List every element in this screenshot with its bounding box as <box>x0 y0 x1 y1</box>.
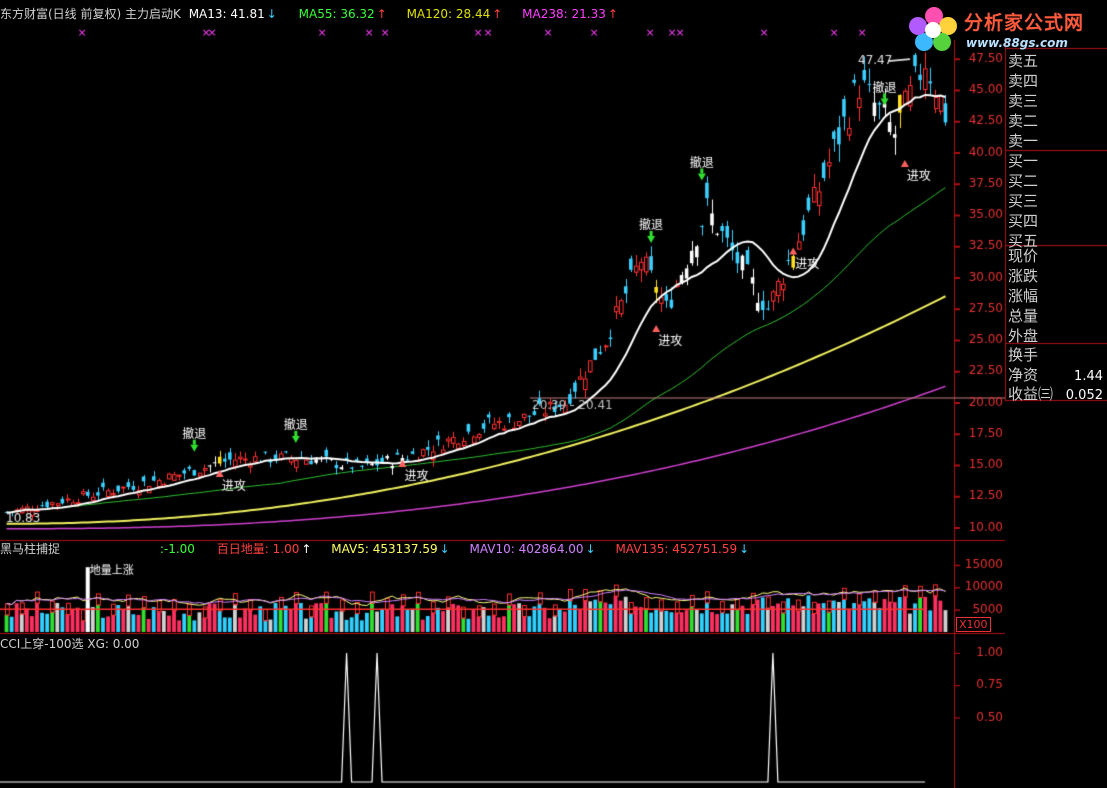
logo-url: www.88gs.com <box>966 36 1068 50</box>
volume-title: 黑马柱捕捉 <box>0 542 61 556</box>
quote-label-1: 卖四 <box>1008 72 1039 90</box>
quote-label-4: 卖一 <box>1008 132 1039 150</box>
ma120-label: MA120: 28.44 ↑ <box>406 7 503 21</box>
quote-label-7: 买三 <box>1008 192 1039 210</box>
x100-label[interactable]: X100 <box>956 617 991 632</box>
main-chart-header: 东方财富(日线 前复权) 主力启动K MA13: 41.81 ↓ MA55: 36… <box>0 6 634 22</box>
quote-label-16: 净资 <box>1008 366 1039 384</box>
mav10-label: MAV10: 402864.00 ↓ <box>469 542 596 556</box>
ma13-label: MA13: 41.81 ↓ <box>188 7 277 21</box>
quote-label-2: 卖三 <box>1008 92 1039 110</box>
quote-value-17: 0.052 <box>1065 388 1103 403</box>
quote-label-17: 收益㈢ <box>1008 385 1054 403</box>
mav5-label: MAV5: 453137.59 ↓ <box>331 542 450 556</box>
kline-chart-canvas[interactable] <box>0 0 1107 788</box>
quote-label-10: 现价 <box>1008 247 1039 265</box>
quote-label-11: 涨跌 <box>1008 267 1039 285</box>
ma55-label: MA55: 36.32 ↑ <box>298 7 387 21</box>
cci-title: CCI上穿-100选 XG: 0.00 <box>0 637 140 651</box>
volume-header: 黑马柱捕捉 :-1.00 百日地量: 1.00 ↑ MAV5: 453137.59… <box>0 541 765 557</box>
quote-label-13: 总量 <box>1008 307 1039 325</box>
quote-label-3: 卖二 <box>1008 112 1039 130</box>
baidi-label: 百日地量: 1.00 ↑ <box>216 542 312 556</box>
quote-label-15: 换手 <box>1008 346 1039 364</box>
quote-label-0: 卖五 <box>1008 52 1039 70</box>
quote-label-12: 涨幅 <box>1008 287 1039 305</box>
volume-neg: :-1.00 <box>159 542 195 556</box>
quote-label-5: 买一 <box>1008 152 1039 170</box>
flower-logo-icon <box>909 7 957 51</box>
quote-label-14: 外盘 <box>1008 327 1039 345</box>
main-chart-title: 东方财富(日线 前复权) 主力启动K <box>0 7 181 21</box>
logo-name: 分析家公式网 <box>964 12 1085 34</box>
mav135-label: MAV135: 452751.59 ↓ <box>615 542 750 556</box>
quote-label-8: 买四 <box>1008 212 1039 230</box>
ma238-label: MA238: 21.33 ↑ <box>522 7 618 21</box>
quote-label-6: 买二 <box>1008 172 1039 190</box>
cci-header: CCI上穿-100选 XG: 0.00 <box>0 636 147 652</box>
quote-value-16: 1.44 <box>1074 369 1103 384</box>
site-logo: 分析家公式网 www.88gs.com <box>906 2 1107 54</box>
